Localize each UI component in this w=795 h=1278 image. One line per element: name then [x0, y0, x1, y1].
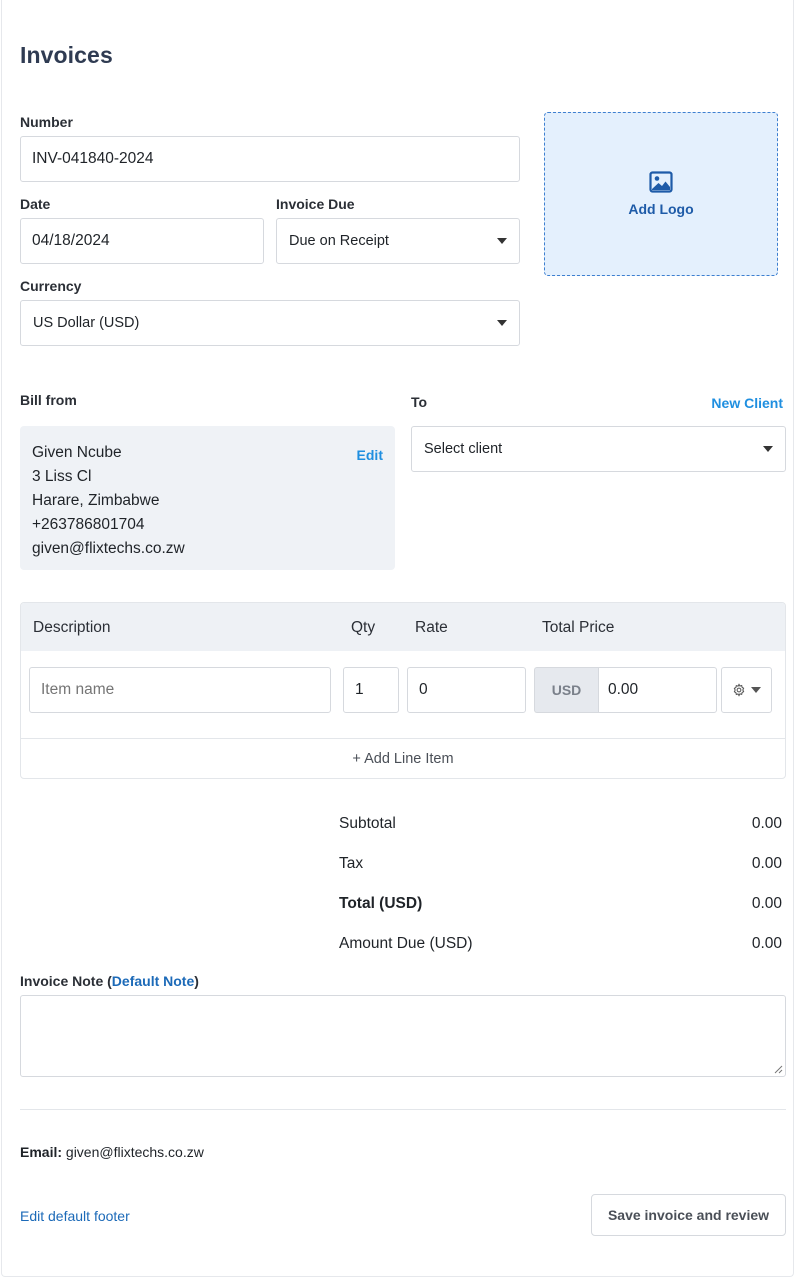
- footer-email-label: Email:: [20, 1144, 63, 1160]
- date-label: Date: [20, 196, 51, 212]
- footer-email-line: Email: given@flixtechs.co.zw: [20, 1144, 204, 1160]
- invoice-note-label-suffix: ): [194, 973, 199, 989]
- amount-due-value: 0.00: [751, 935, 782, 952]
- bill-to-label: To: [411, 394, 428, 410]
- footer-email-value: given@flixtechs.co.zw: [65, 1144, 204, 1160]
- invoice-due-select[interactable]: Due on Receipt: [276, 218, 520, 264]
- chevron-down-icon: [497, 320, 507, 326]
- invoice-note-textarea[interactable]: [20, 995, 786, 1077]
- invoice-note-label-prefix: Invoice Note (: [20, 973, 112, 989]
- bill-from-email: given@flixtechs.co.zw: [32, 540, 185, 557]
- page-title: Invoices: [20, 42, 113, 68]
- tax-value: 0.00: [751, 855, 782, 872]
- tax-label: Tax: [339, 855, 364, 872]
- bill-from-city: Harare, Zimbabwe: [32, 492, 160, 509]
- item-total-value: 0.00: [608, 681, 639, 698]
- subtotal-value: 0.00: [751, 815, 782, 832]
- invoice-due-value: Due on Receipt: [289, 233, 389, 249]
- edit-bill-from-link[interactable]: Edit: [357, 443, 383, 467]
- item-rate-value: 0: [419, 681, 428, 698]
- new-client-link[interactable]: New Client: [711, 395, 783, 411]
- gear-icon: [733, 683, 745, 697]
- total-label: Total (USD): [339, 895, 423, 912]
- bill-from-name: Given Ncube: [32, 444, 122, 461]
- add-line-item-button[interactable]: + Add Line Item: [21, 738, 785, 778]
- invoice-note-label: Invoice Note (Default Note): [20, 973, 199, 989]
- subtotal-label: Subtotal: [339, 815, 396, 832]
- bill-from-label: Bill from: [20, 392, 77, 408]
- invoice-due-label: Invoice Due: [276, 196, 355, 212]
- resize-handle-icon[interactable]: [773, 1064, 783, 1074]
- total-value: 0.00: [751, 895, 782, 912]
- invoice-card: Invoices Number INV-041840-2024 Date 04/…: [1, 0, 794, 1277]
- add-logo-dropzone[interactable]: Add Logo: [544, 112, 778, 276]
- chevron-down-icon: [497, 238, 507, 244]
- item-rate-input[interactable]: 0: [407, 667, 526, 713]
- line-items-table: Description Qty Rate Total Price 1 0 USD…: [20, 602, 786, 779]
- column-rate: Rate: [415, 619, 448, 636]
- column-qty: Qty: [351, 619, 376, 636]
- footer-divider: [20, 1109, 786, 1110]
- item-options-button[interactable]: [721, 667, 772, 713]
- bill-from-phone: +263786801704: [32, 516, 145, 533]
- default-note-link[interactable]: Default Note: [112, 973, 194, 989]
- add-logo-label: Add Logo: [628, 201, 694, 217]
- image-icon: [649, 171, 673, 193]
- item-qty-input[interactable]: 1: [343, 667, 399, 713]
- date-input[interactable]: 04/18/2024: [20, 218, 264, 264]
- currency-select[interactable]: US Dollar (USD): [20, 300, 520, 346]
- item-currency-addon: USD: [534, 667, 598, 713]
- item-total-input[interactable]: 0.00: [598, 667, 717, 713]
- number-label: Number: [20, 114, 73, 130]
- number-input[interactable]: INV-041840-2024: [20, 136, 520, 182]
- column-total-price: Total Price: [542, 619, 615, 636]
- client-select-value: Select client: [424, 441, 503, 457]
- amount-due-label: Amount Due (USD): [339, 935, 473, 952]
- currency-value: US Dollar (USD): [33, 315, 140, 331]
- edit-default-footer-link[interactable]: Edit default footer: [20, 1208, 130, 1224]
- date-value: 04/18/2024: [32, 232, 110, 249]
- chevron-down-icon: [751, 687, 761, 693]
- client-select[interactable]: Select client: [411, 426, 786, 472]
- save-invoice-button[interactable]: Save invoice and review: [591, 1194, 786, 1236]
- number-value: INV-041840-2024: [32, 150, 154, 167]
- currency-label: Currency: [20, 278, 82, 294]
- bill-from-address: 3 Liss Cl: [32, 468, 92, 485]
- bill-from-panel: Given Ncube 3 Liss Cl Harare, Zimbabwe +…: [20, 426, 395, 570]
- line-items-header: Description Qty Rate Total Price: [21, 603, 785, 651]
- chevron-down-icon: [763, 446, 773, 452]
- item-name-input[interactable]: [29, 667, 331, 713]
- item-qty-value: 1: [355, 681, 364, 698]
- column-description: Description: [33, 619, 111, 636]
